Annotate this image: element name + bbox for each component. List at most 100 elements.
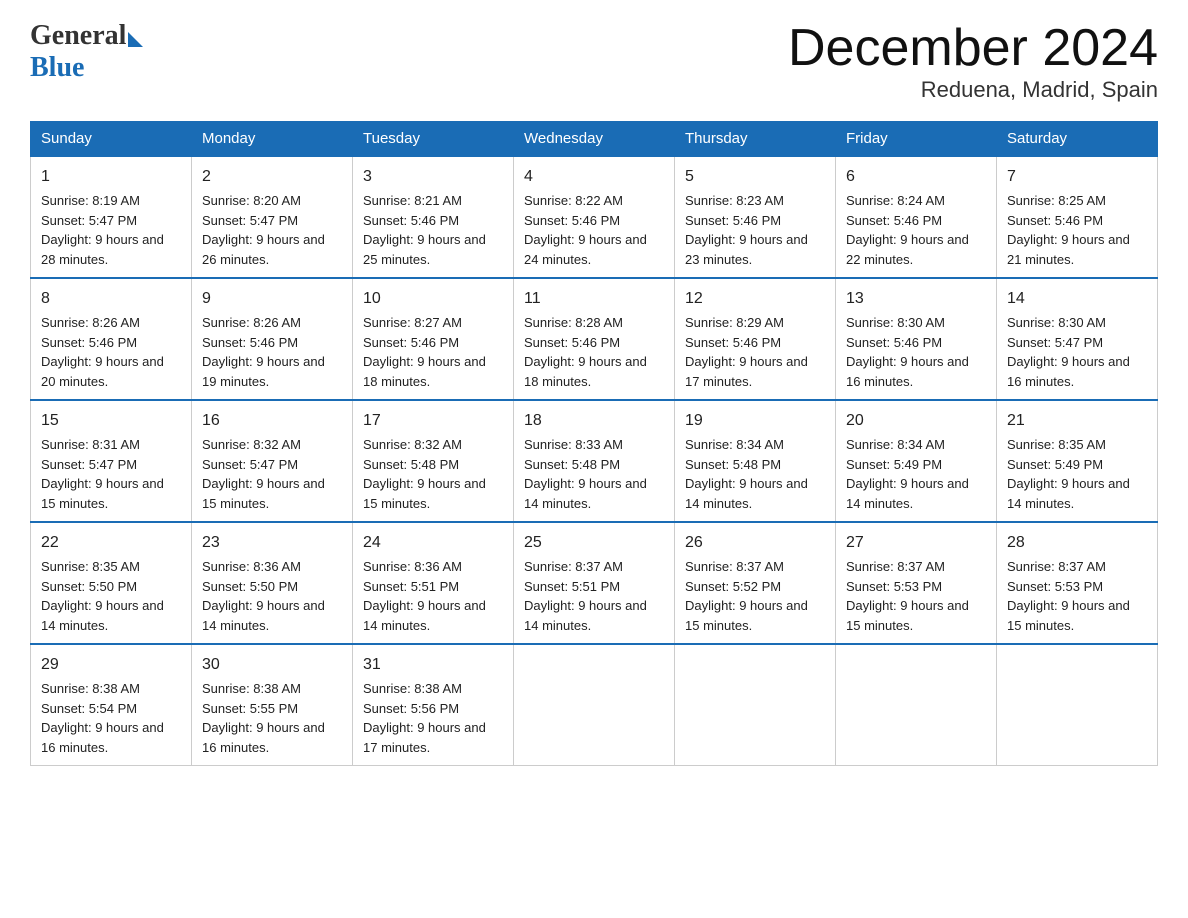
- sunset-info: Sunset: 5:51 PM: [524, 577, 664, 597]
- sunrise-info: Sunrise: 8:32 AM: [202, 435, 342, 455]
- col-monday: Monday: [192, 122, 353, 157]
- sunset-info: Sunset: 5:47 PM: [41, 211, 181, 231]
- calendar-cell: [514, 644, 675, 766]
- calendar-cell: 23Sunrise: 8:36 AMSunset: 5:50 PMDayligh…: [192, 522, 353, 644]
- calendar-cell: 4Sunrise: 8:22 AMSunset: 5:46 PMDaylight…: [514, 156, 675, 278]
- calendar-cell: [675, 644, 836, 766]
- sunset-info: Sunset: 5:46 PM: [363, 333, 503, 353]
- daylight-info: Daylight: 9 hours and 14 minutes.: [846, 474, 986, 513]
- calendar-body: 1Sunrise: 8:19 AMSunset: 5:47 PMDaylight…: [31, 156, 1158, 766]
- sunrise-info: Sunrise: 8:37 AM: [524, 557, 664, 577]
- calendar-week-2: 8Sunrise: 8:26 AMSunset: 5:46 PMDaylight…: [31, 278, 1158, 400]
- header-row: Sunday Monday Tuesday Wednesday Thursday…: [31, 122, 1158, 157]
- day-number: 9: [202, 287, 342, 311]
- sunrise-info: Sunrise: 8:33 AM: [524, 435, 664, 455]
- sunrise-info: Sunrise: 8:31 AM: [41, 435, 181, 455]
- calendar-cell: 27Sunrise: 8:37 AMSunset: 5:53 PMDayligh…: [836, 522, 997, 644]
- sunrise-info: Sunrise: 8:38 AM: [202, 679, 342, 699]
- calendar-cell: 20Sunrise: 8:34 AMSunset: 5:49 PMDayligh…: [836, 400, 997, 522]
- calendar-week-5: 29Sunrise: 8:38 AMSunset: 5:54 PMDayligh…: [31, 644, 1158, 766]
- sunset-info: Sunset: 5:55 PM: [202, 699, 342, 719]
- daylight-info: Daylight: 9 hours and 15 minutes.: [363, 474, 503, 513]
- calendar-week-1: 1Sunrise: 8:19 AMSunset: 5:47 PMDaylight…: [31, 156, 1158, 278]
- sunset-info: Sunset: 5:53 PM: [1007, 577, 1147, 597]
- sunset-info: Sunset: 5:56 PM: [363, 699, 503, 719]
- sunset-info: Sunset: 5:47 PM: [202, 455, 342, 475]
- sunrise-info: Sunrise: 8:23 AM: [685, 191, 825, 211]
- calendar-cell: 29Sunrise: 8:38 AMSunset: 5:54 PMDayligh…: [31, 644, 192, 766]
- daylight-info: Daylight: 9 hours and 24 minutes.: [524, 230, 664, 269]
- logo: General Blue: [30, 20, 143, 84]
- calendar-week-3: 15Sunrise: 8:31 AMSunset: 5:47 PMDayligh…: [31, 400, 1158, 522]
- sunrise-info: Sunrise: 8:34 AM: [685, 435, 825, 455]
- sunrise-info: Sunrise: 8:21 AM: [363, 191, 503, 211]
- day-number: 8: [41, 287, 181, 311]
- calendar-cell: 2Sunrise: 8:20 AMSunset: 5:47 PMDaylight…: [192, 156, 353, 278]
- day-number: 17: [363, 409, 503, 433]
- calendar-subtitle: Reduena, Madrid, Spain: [788, 77, 1158, 103]
- calendar-cell: 25Sunrise: 8:37 AMSunset: 5:51 PMDayligh…: [514, 522, 675, 644]
- daylight-info: Daylight: 9 hours and 18 minutes.: [524, 352, 664, 391]
- calendar-cell: 28Sunrise: 8:37 AMSunset: 5:53 PMDayligh…: [997, 522, 1158, 644]
- calendar-cell: 6Sunrise: 8:24 AMSunset: 5:46 PMDaylight…: [836, 156, 997, 278]
- calendar-cell: 15Sunrise: 8:31 AMSunset: 5:47 PMDayligh…: [31, 400, 192, 522]
- calendar-cell: 31Sunrise: 8:38 AMSunset: 5:56 PMDayligh…: [353, 644, 514, 766]
- day-number: 23: [202, 531, 342, 555]
- daylight-info: Daylight: 9 hours and 16 minutes.: [846, 352, 986, 391]
- day-number: 7: [1007, 165, 1147, 189]
- daylight-info: Daylight: 9 hours and 26 minutes.: [202, 230, 342, 269]
- day-number: 24: [363, 531, 503, 555]
- sunset-info: Sunset: 5:50 PM: [202, 577, 342, 597]
- day-number: 12: [685, 287, 825, 311]
- day-number: 31: [363, 653, 503, 677]
- day-number: 27: [846, 531, 986, 555]
- day-number: 19: [685, 409, 825, 433]
- sunset-info: Sunset: 5:46 PM: [524, 211, 664, 231]
- sunset-info: Sunset: 5:46 PM: [363, 211, 503, 231]
- sunset-info: Sunset: 5:46 PM: [41, 333, 181, 353]
- sunrise-info: Sunrise: 8:30 AM: [1007, 313, 1147, 333]
- daylight-info: Daylight: 9 hours and 15 minutes.: [685, 596, 825, 635]
- calendar-cell: 16Sunrise: 8:32 AMSunset: 5:47 PMDayligh…: [192, 400, 353, 522]
- day-number: 2: [202, 165, 342, 189]
- sunrise-info: Sunrise: 8:34 AM: [846, 435, 986, 455]
- daylight-info: Daylight: 9 hours and 28 minutes.: [41, 230, 181, 269]
- calendar-header: Sunday Monday Tuesday Wednesday Thursday…: [31, 122, 1158, 157]
- day-number: 3: [363, 165, 503, 189]
- day-number: 5: [685, 165, 825, 189]
- sunset-info: Sunset: 5:48 PM: [363, 455, 503, 475]
- col-sunday: Sunday: [31, 122, 192, 157]
- day-number: 21: [1007, 409, 1147, 433]
- sunrise-info: Sunrise: 8:30 AM: [846, 313, 986, 333]
- daylight-info: Daylight: 9 hours and 15 minutes.: [202, 474, 342, 513]
- calendar-cell: 7Sunrise: 8:25 AMSunset: 5:46 PMDaylight…: [997, 156, 1158, 278]
- sunrise-info: Sunrise: 8:29 AM: [685, 313, 825, 333]
- calendar-cell: 30Sunrise: 8:38 AMSunset: 5:55 PMDayligh…: [192, 644, 353, 766]
- sunset-info: Sunset: 5:53 PM: [846, 577, 986, 597]
- day-number: 11: [524, 287, 664, 311]
- sunset-info: Sunset: 5:47 PM: [41, 455, 181, 475]
- sunset-info: Sunset: 5:46 PM: [524, 333, 664, 353]
- day-number: 14: [1007, 287, 1147, 311]
- sunrise-info: Sunrise: 8:36 AM: [363, 557, 503, 577]
- sunrise-info: Sunrise: 8:38 AM: [363, 679, 503, 699]
- daylight-info: Daylight: 9 hours and 16 minutes.: [1007, 352, 1147, 391]
- day-number: 1: [41, 165, 181, 189]
- sunrise-info: Sunrise: 8:37 AM: [846, 557, 986, 577]
- sunrise-info: Sunrise: 8:37 AM: [685, 557, 825, 577]
- sunrise-info: Sunrise: 8:26 AM: [41, 313, 181, 333]
- daylight-info: Daylight: 9 hours and 14 minutes.: [1007, 474, 1147, 513]
- sunset-info: Sunset: 5:46 PM: [202, 333, 342, 353]
- logo-general-text: General: [30, 20, 126, 52]
- calendar-cell: 9Sunrise: 8:26 AMSunset: 5:46 PMDaylight…: [192, 278, 353, 400]
- sunrise-info: Sunrise: 8:24 AM: [846, 191, 986, 211]
- calendar-cell: 10Sunrise: 8:27 AMSunset: 5:46 PMDayligh…: [353, 278, 514, 400]
- daylight-info: Daylight: 9 hours and 21 minutes.: [1007, 230, 1147, 269]
- calendar-title: December 2024: [788, 20, 1158, 77]
- calendar-cell: 24Sunrise: 8:36 AMSunset: 5:51 PMDayligh…: [353, 522, 514, 644]
- sunrise-info: Sunrise: 8:19 AM: [41, 191, 181, 211]
- sunset-info: Sunset: 5:48 PM: [685, 455, 825, 475]
- sunset-info: Sunset: 5:46 PM: [1007, 211, 1147, 231]
- col-saturday: Saturday: [997, 122, 1158, 157]
- sunrise-info: Sunrise: 8:22 AM: [524, 191, 664, 211]
